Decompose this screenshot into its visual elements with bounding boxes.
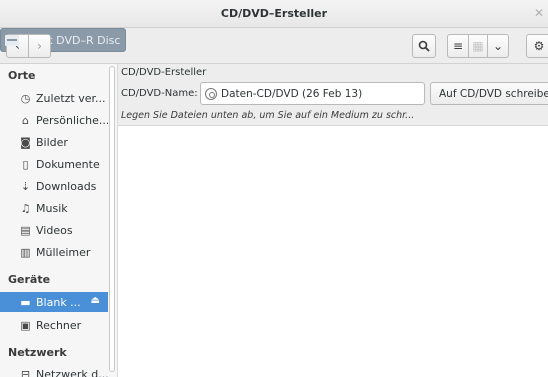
clock-icon: ◷ [20,91,31,105]
document-icon: ▯ [22,157,29,171]
eject-icon[interactable]: ⏏ [91,295,100,306]
search-button[interactable] [412,34,436,58]
sidebar-item-videos[interactable]: ▤ Videos [0,220,108,240]
sidebar-item-label: Zuletzt ver... [36,91,106,105]
close-icon[interactable]: ✕ [532,6,546,20]
disc-name-label: CD/DVD-Name: [121,88,198,99]
music-icon: ♫ [20,201,31,215]
forward-button[interactable]: › [28,34,51,58]
burn-button[interactable]: Auf CD/DVD schreiben [430,82,548,105]
sidebar-item-network[interactable]: ⊟ Netzwerk d... [0,364,108,377]
sidebar-item-label: Blank ... [36,295,81,309]
sidebar-heading-network: Netzwerk [8,346,67,359]
chevron-right-icon: › [37,39,42,53]
menu-button[interactable]: ⚙ [526,34,548,58]
sidebar-item-label: Dokumente [36,157,100,171]
sidebar-item-documents[interactable]: ▯ Dokumente [0,154,108,174]
sidebar-item-music[interactable]: ♫ Musik [0,198,108,218]
list-icon: ≡ [452,39,464,53]
home-icon: ⌂ [22,113,29,127]
sidebar-item-trash[interactable]: ▥ Mülleimer [0,242,108,262]
sidebar-item-label: Bilder [36,135,68,149]
sidebar-item-downloads[interactable]: ⇣ Downloads [0,176,108,196]
sidebar-item-label: Videos [36,223,73,237]
grid-view-button[interactable]: ▦ [468,34,488,58]
disc-name-value: Daten-CD/DVD (26 Feb 13) [221,87,363,100]
camera-icon: ◙ [20,135,31,149]
computer-icon: ▣ [20,318,31,332]
window-title: CD/DVD–Ersteller [220,7,328,20]
sidebar-scrollbar[interactable] [109,66,115,372]
sidebar-item-label: Mülleimer [36,245,91,259]
sidebar-item-blank-disc[interactable]: ▬ Blank ... ⏏ [0,292,108,312]
gear-icon: ⚙ [533,39,545,53]
film-icon: ▤ [20,223,31,237]
burner-bar: CD/DVD-Ersteller CD/DVD-Name: Daten-CD/D… [118,64,548,126]
search-icon [418,40,430,52]
drop-hint: Legen Sie Dateien unten ab, um Sie auf e… [121,110,415,121]
sidebar-item-label: Musik [36,201,68,215]
cd-icon [205,87,217,100]
sidebar-item-pictures[interactable]: ◙ Bilder [0,132,108,152]
grid-icon: ▦ [472,39,484,53]
sidebar-item-label: Persönliche... [36,113,108,127]
sidebar-heading-devices: Geräte [8,273,51,286]
download-icon: ⇣ [20,179,31,193]
sidebar-item-label: Netzwerk d... [36,367,108,377]
disc-name-field[interactable]: Daten-CD/DVD (26 Feb 13) [200,82,425,105]
disc-drive-icon: ▬ [20,295,31,309]
burner-title: CD/DVD-Ersteller [121,67,207,78]
sidebar-item-recent[interactable]: ◷ Zuletzt ver... [0,88,108,108]
sidebar-heading-places: Orte [8,69,36,82]
toolbar: ‹ › Blank DVD–R Disc ≡ ▦ ⌄ ⚙ [0,28,548,64]
file-view[interactable]: CD/DVD-Ersteller CD/DVD-Name: Daten-CD/D… [118,64,548,377]
sidebar-item-home[interactable]: ⌂ Persönliche... [0,110,108,130]
sidebar-item-computer[interactable]: ▣ Rechner [0,315,108,335]
network-icon: ⊟ [20,367,31,377]
trash-icon: ▥ [20,245,31,259]
title-bar: CD/DVD–Ersteller ✕ [0,0,548,28]
sidebar-item-label: Downloads [36,179,97,193]
disc-drive-icon [5,34,19,46]
view-options-button[interactable]: ⌄ [487,34,509,58]
sidebar: Orte ◷ Zuletzt ver... ⌂ Persönliche... ◙… [0,64,118,377]
sidebar-item-label: Rechner [36,318,82,332]
list-view-button[interactable]: ≡ [447,34,469,58]
chevron-down-icon: ⌄ [492,39,504,53]
